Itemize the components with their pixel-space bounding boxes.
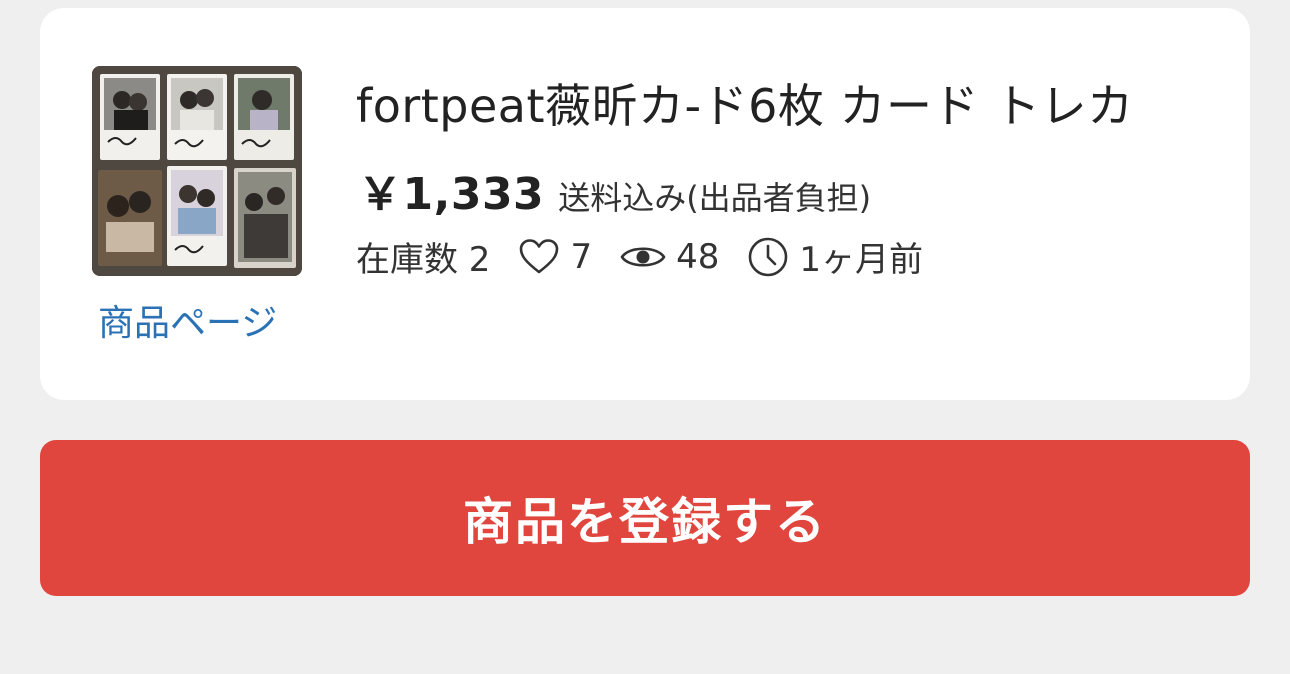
product-title: fortpeat薇昕カ-ド6枚 カード トレカ [356, 79, 1134, 133]
product-price: ￥1,333 [358, 169, 545, 220]
heart-icon [518, 238, 560, 276]
stats-row: 在庫数 2 7 48 1ヶ月前 [356, 232, 923, 281]
views-count: 48 [676, 236, 720, 277]
likes-stat: 7 [518, 237, 592, 277]
price-row: ￥1,333 送料込み(出品者負担) [358, 158, 871, 222]
product-thumbnail[interactable] [92, 66, 302, 276]
shipping-info: 送料込み(出品者負担) [558, 179, 872, 217]
clock-icon [747, 236, 789, 278]
eye-icon [620, 241, 666, 273]
time-stat: 1ヶ月前 [747, 232, 923, 281]
stock-count: 在庫数 2 [356, 232, 490, 281]
views-stat: 48 [620, 237, 719, 277]
time-ago: 1ヶ月前 [799, 240, 923, 280]
likes-count: 7 [570, 236, 593, 277]
register-product-button[interactable]: 商品を登録する [40, 440, 1250, 596]
listing-card: 商品ページ fortpeat薇昕カ-ド6枚 カード トレカ ￥1,333 送料込… [40, 8, 1250, 400]
stock-label: 在庫数 2 [356, 240, 491, 280]
trading-cards-photo [92, 66, 302, 276]
product-page-link[interactable]: 商品ページ [98, 294, 277, 346]
